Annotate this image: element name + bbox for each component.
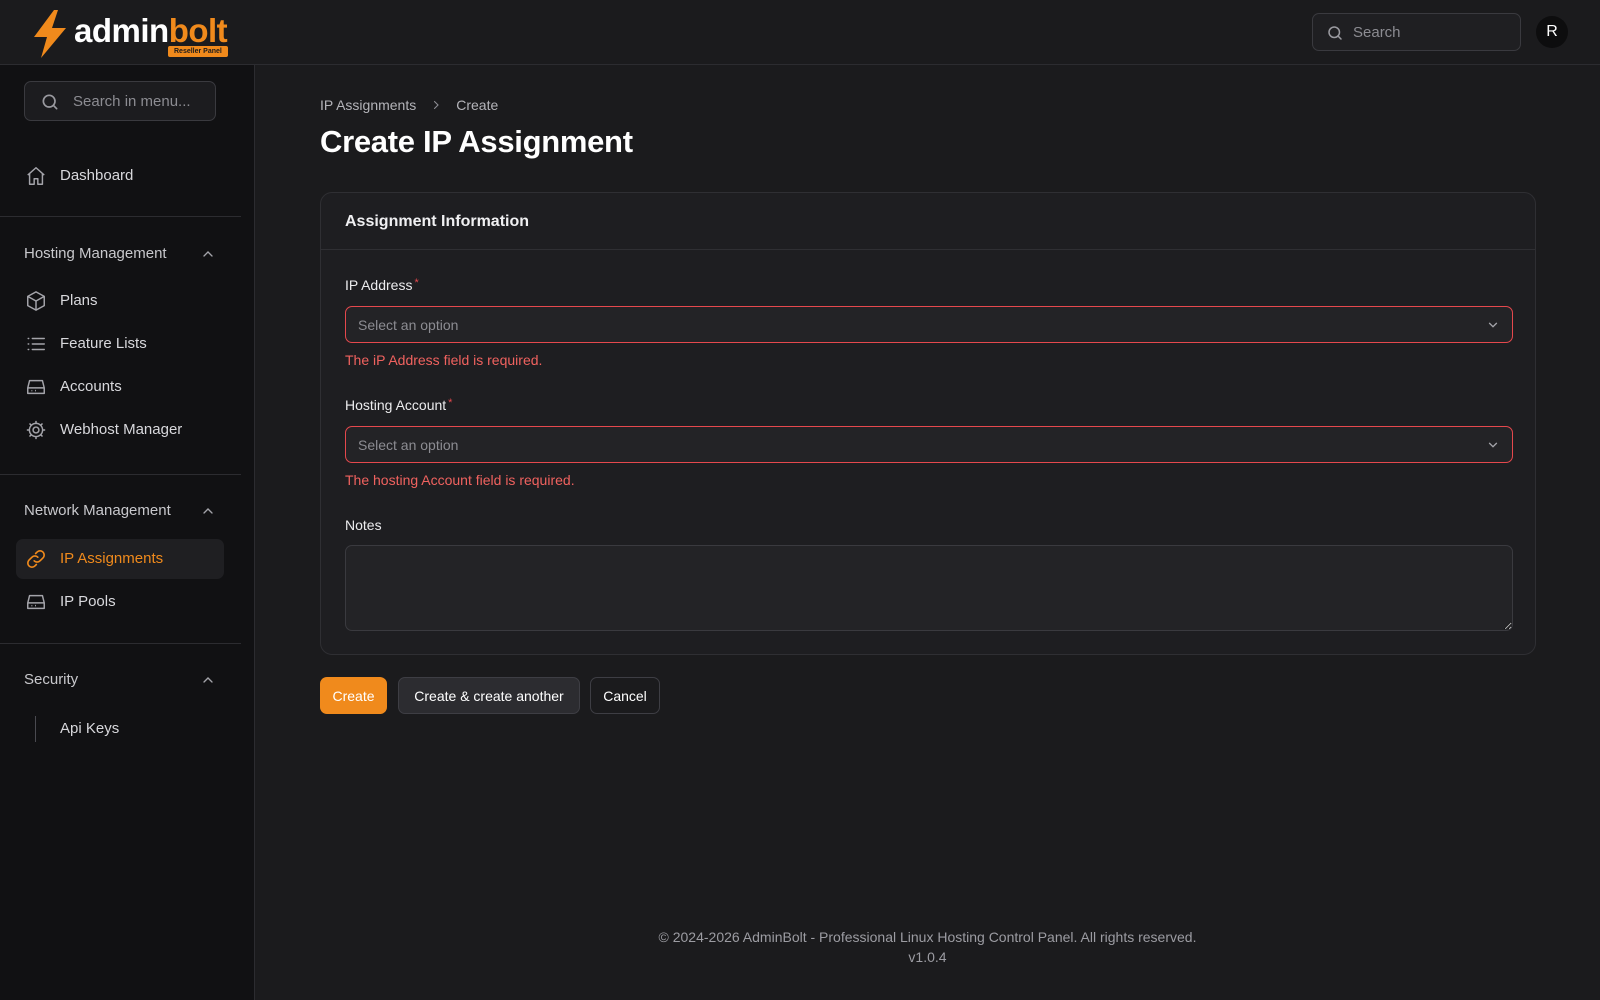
required-mark: * bbox=[414, 277, 419, 289]
menu-search-input[interactable] bbox=[73, 82, 211, 120]
group-label: Network Management bbox=[24, 502, 171, 519]
group-hosting-management[interactable]: Hosting Management bbox=[24, 242, 216, 266]
sidebar: Dashboard Hosting Management Plans Featu… bbox=[0, 65, 255, 1000]
sidebar-item-plans[interactable]: Plans bbox=[16, 281, 224, 321]
footer-version: v1.0.4 bbox=[908, 949, 947, 965]
assignment-form-card: Assignment Information IP Address * Selec… bbox=[320, 192, 1536, 655]
sidebar-item-label: IP Pools bbox=[60, 593, 116, 610]
ip-address-label: IP Address * bbox=[345, 277, 419, 293]
logo[interactable]: adminbolt Reseller Panel bbox=[32, 10, 232, 58]
create-and-create-another-button[interactable]: Create & create another bbox=[398, 677, 580, 714]
sidebar-item-ip-assignments[interactable]: IP Assignments bbox=[16, 539, 224, 579]
avatar[interactable]: R bbox=[1536, 16, 1568, 48]
breadcrumb-link[interactable]: IP Assignments bbox=[320, 97, 416, 113]
home-icon bbox=[25, 165, 47, 187]
sidebar-item-label: Plans bbox=[60, 292, 98, 309]
top-bar: adminbolt Reseller Panel R bbox=[0, 0, 1600, 65]
menu-search[interactable] bbox=[24, 81, 216, 121]
search-icon bbox=[40, 92, 60, 117]
hosting-account-select[interactable]: Select an option bbox=[345, 426, 1513, 463]
chevron-up-icon bbox=[200, 503, 216, 524]
group-label: Hosting Management bbox=[24, 245, 167, 262]
cancel-button[interactable]: Cancel bbox=[590, 677, 660, 714]
notes-label: Notes bbox=[345, 517, 382, 533]
card-header: Assignment Information bbox=[321, 193, 1535, 250]
chevron-right-icon bbox=[430, 99, 442, 111]
sidebar-item-webhost-manager[interactable]: Webhost Manager bbox=[16, 410, 224, 450]
group-label: Security bbox=[24, 671, 79, 688]
required-mark: * bbox=[448, 397, 453, 409]
link-icon bbox=[25, 548, 47, 570]
divider bbox=[0, 474, 241, 475]
select-placeholder: Select an option bbox=[358, 437, 459, 453]
divider bbox=[0, 216, 241, 217]
global-search[interactable] bbox=[1312, 13, 1521, 51]
cube-icon bbox=[25, 290, 47, 312]
sidebar-item-label: IP Assignments bbox=[60, 550, 164, 567]
sidebar-item-label: Feature Lists bbox=[60, 335, 147, 352]
chevron-down-icon bbox=[1486, 438, 1500, 457]
hosting-account-error: The hosting Account field is required. bbox=[345, 472, 575, 488]
sidebar-item-label: Api Keys bbox=[60, 720, 120, 737]
notes-textarea[interactable] bbox=[345, 545, 1513, 631]
search-icon bbox=[1326, 24, 1344, 47]
footer-copyright: © 2024-2026 AdminBolt - Professional Lin… bbox=[658, 929, 1197, 945]
sidebar-item-ip-pools[interactable]: IP Pools bbox=[16, 582, 224, 622]
card-title: Assignment Information bbox=[345, 213, 530, 230]
sidebar-item-api-keys[interactable]: Api Keys bbox=[16, 709, 224, 749]
footer: © 2024-2026 AdminBolt - Professional Lin… bbox=[255, 927, 1600, 967]
page-title: Create IP Assignment bbox=[320, 124, 633, 159]
sidebar-item-label: Webhost Manager bbox=[60, 421, 183, 438]
create-button[interactable]: Create bbox=[320, 677, 387, 714]
divider bbox=[0, 643, 241, 644]
sidebar-item-label: Dashboard bbox=[60, 167, 134, 184]
sidebar-item-dashboard[interactable]: Dashboard bbox=[16, 156, 224, 196]
ip-address-error: The iP Address field is required. bbox=[345, 352, 543, 368]
logo-wordmark: adminbolt bbox=[74, 12, 228, 49]
ip-address-select[interactable]: Select an option bbox=[345, 306, 1513, 343]
list-icon bbox=[25, 333, 47, 355]
hosting-account-label: Hosting Account * bbox=[345, 397, 453, 413]
sidebar-item-accounts[interactable]: Accounts bbox=[16, 367, 224, 407]
breadcrumb-current: Create bbox=[456, 97, 499, 113]
group-security[interactable]: Security bbox=[24, 668, 216, 692]
bolt-icon bbox=[34, 10, 66, 58]
sidebar-item-label: Accounts bbox=[60, 378, 122, 395]
chevron-down-icon bbox=[1486, 318, 1500, 337]
sidebar-item-feature-lists[interactable]: Feature Lists bbox=[16, 324, 224, 364]
group-network-management[interactable]: Network Management bbox=[24, 499, 216, 523]
chevron-up-icon bbox=[200, 672, 216, 693]
server-icon bbox=[25, 591, 47, 613]
global-search-input[interactable] bbox=[1353, 14, 1513, 50]
server-icon bbox=[25, 376, 47, 398]
gear-icon bbox=[25, 419, 47, 441]
select-placeholder: Select an option bbox=[358, 317, 459, 333]
chevron-up-icon bbox=[200, 246, 216, 267]
logo-badge: Reseller Panel bbox=[168, 46, 228, 57]
breadcrumb: IP Assignments Create bbox=[320, 97, 498, 113]
